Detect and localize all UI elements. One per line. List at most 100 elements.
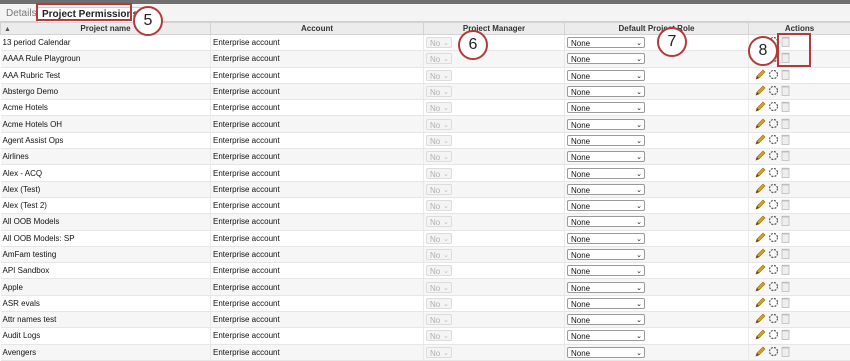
project-manager-select[interactable]: No⌄ <box>426 86 452 97</box>
project-role-select[interactable]: None⌄ <box>567 249 645 260</box>
delete-trash-icon[interactable] <box>781 346 790 359</box>
project-manager-select[interactable]: No⌄ <box>426 282 452 293</box>
delete-trash-icon[interactable] <box>781 248 790 261</box>
delete-trash-icon[interactable] <box>781 167 790 180</box>
table-row[interactable]: Acme Hotels OHEnterprise accountNo⌄None⌄ <box>1 116 850 132</box>
column-header-project-manager[interactable]: Project Manager <box>424 23 565 35</box>
project-role-select[interactable]: None⌄ <box>567 200 645 211</box>
column-header-account[interactable]: Account <box>211 23 424 35</box>
table-row[interactable]: Alex (Test 2)Enterprise accountNo⌄None⌄ <box>1 197 850 213</box>
edit-pencil-icon[interactable] <box>755 69 766 82</box>
project-role-select[interactable]: None⌄ <box>567 37 645 48</box>
project-role-select[interactable]: None⌄ <box>567 86 645 97</box>
refresh-icon[interactable] <box>768 264 779 277</box>
edit-pencil-icon[interactable] <box>755 248 766 261</box>
table-row[interactable]: Alex (Test)Enterprise accountNo⌄None⌄ <box>1 181 850 197</box>
refresh-icon[interactable] <box>768 329 779 342</box>
refresh-icon[interactable] <box>768 101 779 114</box>
edit-pencil-icon[interactable] <box>755 313 766 326</box>
refresh-icon[interactable] <box>768 183 779 196</box>
table-row[interactable]: AmFam testingEnterprise accountNo⌄None⌄ <box>1 246 850 262</box>
project-role-select[interactable]: None⌄ <box>567 314 645 325</box>
project-role-select[interactable]: None⌄ <box>567 216 645 227</box>
table-row[interactable]: Acme HotelsEnterprise accountNo⌄None⌄ <box>1 100 850 116</box>
edit-pencil-icon[interactable] <box>755 150 766 163</box>
delete-trash-icon[interactable] <box>781 313 790 326</box>
project-manager-select[interactable]: No⌄ <box>426 233 452 244</box>
delete-trash-icon[interactable] <box>781 183 790 196</box>
refresh-icon[interactable] <box>768 134 779 147</box>
edit-pencil-icon[interactable] <box>755 85 766 98</box>
edit-pencil-icon[interactable] <box>755 232 766 245</box>
table-row[interactable]: Agent Assist OpsEnterprise accountNo⌄Non… <box>1 132 850 148</box>
edit-pencil-icon[interactable] <box>755 297 766 310</box>
delete-trash-icon[interactable] <box>781 281 790 294</box>
table-row[interactable]: Audit LogsEnterprise accountNo⌄None⌄ <box>1 328 850 344</box>
project-role-select[interactable]: None⌄ <box>567 70 645 81</box>
edit-pencil-icon[interactable] <box>755 264 766 277</box>
project-manager-select[interactable]: No⌄ <box>426 249 452 260</box>
table-row[interactable]: Abstergo DemoEnterprise accountNo⌄None⌄ <box>1 83 850 99</box>
delete-trash-icon[interactable] <box>781 134 790 147</box>
edit-pencil-icon[interactable] <box>755 167 766 180</box>
delete-trash-icon[interactable] <box>781 150 790 163</box>
project-manager-select[interactable]: No⌄ <box>426 135 452 146</box>
table-row[interactable]: AirlinesEnterprise accountNo⌄None⌄ <box>1 149 850 165</box>
project-role-select[interactable]: None⌄ <box>567 135 645 146</box>
project-manager-select[interactable]: No⌄ <box>426 200 452 211</box>
refresh-icon[interactable] <box>768 346 779 359</box>
project-manager-select[interactable]: No⌄ <box>426 330 452 341</box>
project-manager-select[interactable]: No⌄ <box>426 314 452 325</box>
table-row[interactable]: AAA Rubric TestEnterprise accountNo⌄None… <box>1 67 850 83</box>
refresh-icon[interactable] <box>768 199 779 212</box>
project-role-select[interactable]: None⌄ <box>567 102 645 113</box>
delete-trash-icon[interactable] <box>781 118 790 131</box>
project-role-select[interactable]: None⌄ <box>567 151 645 162</box>
column-header-project-name[interactable]: ▲ Project name <box>1 23 211 35</box>
refresh-icon[interactable] <box>768 232 779 245</box>
project-manager-select[interactable]: No⌄ <box>426 53 452 64</box>
project-manager-select[interactable]: No⌄ <box>426 347 452 358</box>
project-manager-select[interactable]: No⌄ <box>426 119 452 130</box>
refresh-icon[interactable] <box>768 85 779 98</box>
tab-details[interactable]: Details <box>2 7 41 21</box>
project-role-select[interactable]: None⌄ <box>567 233 645 244</box>
delete-trash-icon[interactable] <box>781 85 790 98</box>
edit-pencil-icon[interactable] <box>755 134 766 147</box>
refresh-icon[interactable] <box>768 150 779 163</box>
sort-ascending-icon[interactable]: ▲ <box>4 24 11 35</box>
project-manager-select[interactable]: No⌄ <box>426 102 452 113</box>
table-row[interactable]: All OOB Models: SPEnterprise accountNo⌄N… <box>1 230 850 246</box>
delete-trash-icon[interactable] <box>781 101 790 114</box>
delete-trash-icon[interactable] <box>781 297 790 310</box>
project-manager-select[interactable]: No⌄ <box>426 37 452 48</box>
edit-pencil-icon[interactable] <box>755 183 766 196</box>
refresh-icon[interactable] <box>768 297 779 310</box>
project-role-select[interactable]: None⌄ <box>567 265 645 276</box>
delete-trash-icon[interactable] <box>781 264 790 277</box>
project-manager-select[interactable]: No⌄ <box>426 216 452 227</box>
project-role-select[interactable]: None⌄ <box>567 298 645 309</box>
refresh-icon[interactable] <box>768 215 779 228</box>
refresh-icon[interactable] <box>768 248 779 261</box>
delete-trash-icon[interactable] <box>781 329 790 342</box>
table-row[interactable]: 13 period CalendarEnterprise accountNo⌄N… <box>1 35 850 51</box>
column-header-default-project-role[interactable]: Default Project Role <box>565 23 749 35</box>
edit-pencil-icon[interactable] <box>755 215 766 228</box>
refresh-icon[interactable] <box>768 281 779 294</box>
delete-trash-icon[interactable] <box>781 199 790 212</box>
project-role-select[interactable]: None⌄ <box>567 184 645 195</box>
refresh-icon[interactable] <box>768 69 779 82</box>
project-manager-select[interactable]: No⌄ <box>426 265 452 276</box>
project-role-select[interactable]: None⌄ <box>567 119 645 130</box>
edit-pencil-icon[interactable] <box>755 118 766 131</box>
edit-pencil-icon[interactable] <box>755 346 766 359</box>
delete-trash-icon[interactable] <box>781 215 790 228</box>
table-row[interactable]: Attr names testEnterprise accountNo⌄None… <box>1 312 850 328</box>
project-role-select[interactable]: None⌄ <box>567 53 645 64</box>
edit-pencil-icon[interactable] <box>755 281 766 294</box>
edit-pencil-icon[interactable] <box>755 101 766 114</box>
project-manager-select[interactable]: No⌄ <box>426 168 452 179</box>
edit-pencil-icon[interactable] <box>755 329 766 342</box>
table-row[interactable]: ASR evalsEnterprise accountNo⌄None⌄ <box>1 295 850 311</box>
